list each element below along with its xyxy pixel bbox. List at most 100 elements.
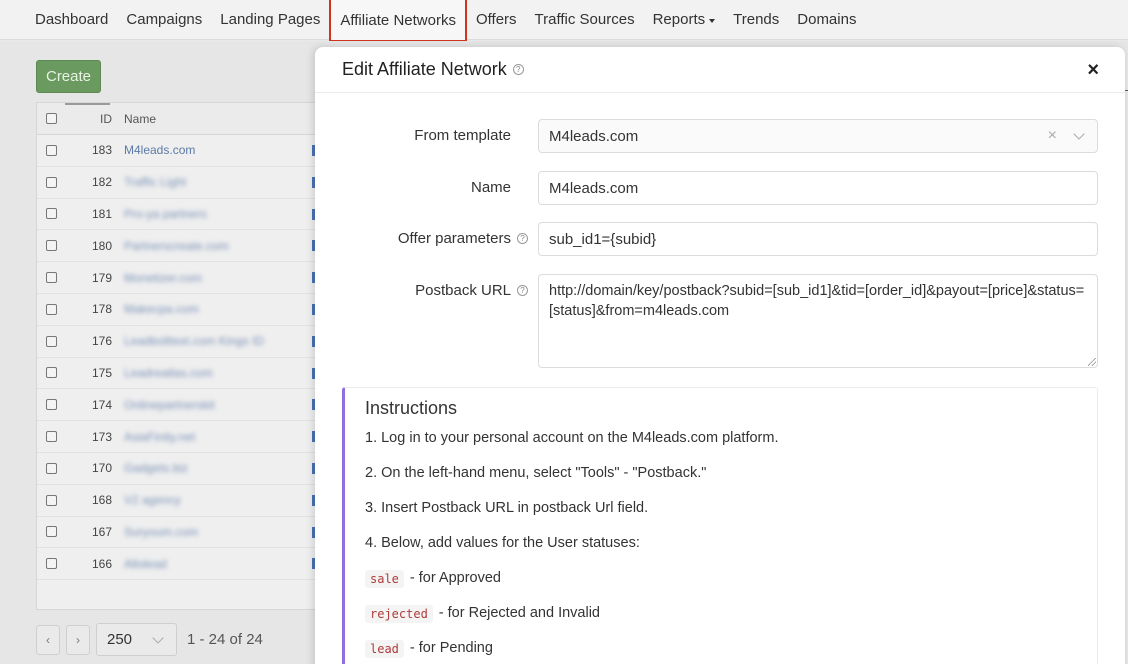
close-button[interactable]: × [1087, 60, 1099, 80]
name-label: Name [470, 179, 511, 196]
row-checkbox[interactable] [46, 240, 57, 252]
row-name-link[interactable]: Partnerscreate.com [124, 239, 335, 253]
row-name-link[interactable]: Allolead [124, 557, 335, 571]
help-icon[interactable]: ? [517, 233, 528, 244]
row-name-link[interactable]: V2 agency [124, 493, 335, 507]
row-id: 176 [91, 334, 112, 349]
create-button[interactable]: Create [36, 60, 101, 93]
row-name-link[interactable]: Suryoum.com [124, 525, 335, 539]
table-row[interactable]: 179 Monetizer.com [37, 262, 335, 294]
table-row[interactable]: 176 Leadbolttext.com Kings ID [37, 326, 335, 358]
clear-icon[interactable]: × [1048, 127, 1057, 145]
template-select[interactable]: M4leads.com × [538, 119, 1098, 153]
row-id: 180 [91, 238, 112, 253]
nav-dashboard[interactable]: Dashboard [26, 0, 117, 40]
table-row[interactable]: 173 AsiaFinity.net [37, 421, 335, 453]
row-name-link[interactable]: Leadbolttext.com Kings ID [124, 334, 335, 348]
row-checkbox[interactable] [46, 176, 57, 188]
template-value: M4leads.com [549, 127, 639, 145]
row-id: 175 [91, 365, 112, 380]
nav-traffic-sources[interactable]: Traffic Sources [526, 0, 644, 40]
table-row[interactable]: 167 Suryoum.com [37, 517, 335, 549]
table-row[interactable]: 168 V2 agency [37, 485, 335, 517]
nav-domains[interactable]: Domains [788, 0, 865, 40]
help-icon[interactable]: ? [512, 64, 524, 75]
next-page-button[interactable]: › [66, 624, 90, 655]
nav-trends[interactable]: Trends [724, 0, 788, 40]
table-row[interactable]: 174 Onlinepartnerskit [37, 389, 335, 422]
row-name-link[interactable]: M4leads.com [124, 143, 335, 157]
nav-offers[interactable]: Offers [467, 0, 526, 40]
row-checkbox[interactable] [46, 208, 57, 220]
row-checkbox[interactable] [46, 431, 57, 443]
row-checkbox[interactable] [46, 367, 57, 379]
instructions-panel: Instructions 1. Log in to your personal … [342, 387, 1098, 664]
resize-handle[interactable] [1088, 358, 1096, 366]
table-row[interactable]: 181 Pro-ya partners [37, 199, 335, 231]
row-checkbox[interactable] [46, 494, 57, 506]
page-size-value: 250 [107, 631, 133, 648]
postback-url-textarea[interactable]: http://domain/key/postback?subid=[sub_id… [538, 274, 1098, 368]
offer-params-label: Offer parameters [397, 230, 511, 247]
help-icon[interactable]: ? [517, 285, 528, 296]
top-nav: Dashboard Campaigns Landing Pages Affili… [0, 0, 1128, 42]
row-id: 173 [91, 429, 112, 444]
template-label: From template [414, 127, 511, 144]
chevron-down-icon[interactable] [1073, 128, 1085, 140]
select-all-checkbox[interactable] [46, 113, 57, 124]
nav-affiliate-networks[interactable]: Affiliate Networks [329, 0, 467, 42]
status-text: - for Approved [409, 570, 501, 586]
row-checkbox[interactable] [46, 526, 57, 538]
nav-campaigns[interactable]: Campaigns [117, 0, 211, 40]
row-id: 166 [91, 556, 112, 571]
status-text: - for Rejected and Invalid [438, 605, 600, 621]
modal-title: Edit Affiliate Network [342, 59, 507, 79]
nav-reports[interactable]: Reports [644, 0, 725, 40]
instruction-step: 3. Insert Postback URL in postback Url f… [365, 500, 649, 516]
name-input[interactable]: M4leads.com [538, 171, 1098, 205]
column-header-id[interactable]: ID [57, 112, 112, 126]
row-checkbox[interactable] [46, 144, 57, 156]
row-checkbox[interactable] [46, 462, 57, 474]
row-name-link[interactable]: Gadgets.biz [124, 461, 335, 475]
instruction-step: 1. Log in to your personal account on th… [365, 430, 779, 446]
table-row[interactable]: 166 Allolead [37, 548, 335, 581]
table-row[interactable]: 182 Traffic Light [37, 167, 335, 199]
pagination-info: 1 - 24 of 24 [187, 631, 263, 648]
column-header-name[interactable]: Name [124, 112, 335, 126]
row-id: 170 [91, 461, 112, 476]
row-name-link[interactable]: Pro-ya partners [124, 207, 335, 221]
row-name-link[interactable]: Traffic Light [124, 175, 335, 189]
prev-page-button[interactable]: ‹ [36, 624, 60, 655]
row-checkbox[interactable] [46, 558, 57, 570]
row-checkbox[interactable] [46, 272, 57, 284]
page-size-select[interactable]: 250 [96, 623, 177, 656]
status-code: lead [365, 640, 404, 658]
offer-params-input[interactable]: sub_id1={subid} [538, 222, 1098, 256]
row-checkbox[interactable] [46, 399, 57, 411]
table-row[interactable]: 183 M4leads.com [37, 135, 335, 167]
status-text: - for Pending [409, 640, 493, 656]
row-name-link[interactable]: Onlinepartnerskit [124, 398, 335, 412]
row-checkbox[interactable] [46, 303, 57, 315]
row-id: 181 [91, 206, 112, 221]
table-row[interactable]: 180 Partnerscreate.com [37, 230, 335, 263]
row-id: 167 [91, 524, 112, 539]
status-rejected: rejected - for Rejected and Invalid [365, 605, 1077, 640]
row-id: 182 [91, 175, 112, 190]
row-name-link[interactable]: Makecpa.com [124, 302, 335, 316]
table-row[interactable]: 170 Gadgets.biz [37, 453, 335, 485]
row-name-link[interactable]: Monetizer.com [124, 271, 335, 285]
nav-landing-pages[interactable]: Landing Pages [211, 0, 329, 40]
row-name-link[interactable]: Leadreatlas.com [124, 366, 335, 380]
row-name-link[interactable]: AsiaFinity.net [124, 430, 335, 444]
row-id: 174 [91, 397, 112, 412]
postback-label-wrap: Postback URL ? [415, 282, 528, 299]
table-row[interactable]: 178 Makecpa.com [37, 294, 335, 326]
instruction-step: 4. Below, add values for the User status… [365, 535, 640, 551]
table-row[interactable]: 175 Leadreatlas.com [37, 358, 335, 390]
postback-label: Postback URL [415, 282, 511, 299]
row-checkbox[interactable] [46, 335, 57, 347]
network-table: ID Name 183 M4leads.com 182 Traffic Light 18… [36, 102, 336, 610]
nav-reports-label: Reports [652, 11, 706, 28]
